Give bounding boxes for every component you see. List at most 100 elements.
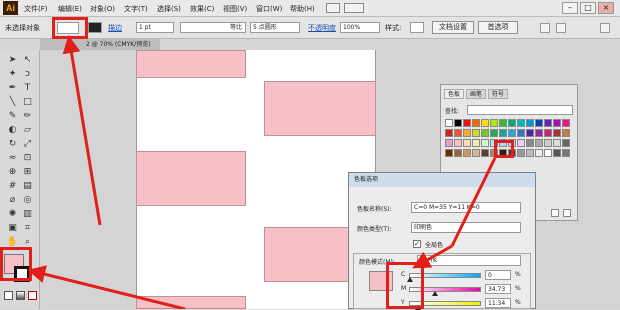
menu-window[interactable]: 窗口(W) — [256, 4, 282, 14]
color-swatch[interactable] — [544, 129, 552, 137]
color-swatch[interactable] — [562, 119, 570, 127]
panel-menu-icon[interactable] — [600, 23, 610, 33]
transform-icon[interactable] — [556, 23, 566, 33]
delete-swatch-icon[interactable] — [563, 209, 571, 217]
brush-select[interactable]: 5 点圆形 — [250, 22, 300, 33]
pencil-icon[interactable]: ✏ — [21, 110, 34, 122]
color-swatch[interactable] — [526, 149, 534, 157]
color-type-select[interactable]: 印刷色 — [411, 222, 521, 233]
color-swatch[interactable] — [499, 129, 507, 137]
arrange-documents-icon[interactable] — [344, 3, 364, 13]
close-icon[interactable]: × — [598, 2, 614, 14]
swatch-name-input[interactable]: C=0 M=35 Y=11 K=0 — [411, 202, 521, 213]
selection-tool-icon[interactable]: ➤ — [6, 54, 19, 66]
color-swatch[interactable] — [517, 139, 525, 147]
pink-rectangle[interactable] — [136, 296, 246, 309]
color-swatch[interactable] — [445, 129, 453, 137]
color-swatch[interactable] — [445, 149, 453, 157]
color-swatch[interactable] — [445, 119, 453, 127]
color-swatch[interactable] — [490, 119, 498, 127]
color-swatch[interactable] — [526, 139, 534, 147]
channel-value-y[interactable]: 11.34 — [485, 298, 511, 308]
color-swatch[interactable] — [544, 149, 552, 157]
color-swatch[interactable] — [535, 149, 543, 157]
color-swatch[interactable] — [517, 149, 525, 157]
minimize-icon[interactable]: – — [562, 2, 578, 14]
color-swatch[interactable] — [463, 129, 471, 137]
mesh-tool-icon[interactable]: # — [6, 180, 19, 192]
color-swatch[interactable] — [508, 119, 516, 127]
color-swatch[interactable] — [526, 129, 534, 137]
opacity-input[interactable]: 100% — [340, 22, 380, 33]
color-swatch[interactable] — [481, 139, 489, 147]
tab-symbols[interactable]: 符号 — [488, 89, 509, 99]
blob-brush-icon[interactable]: ◐ — [6, 124, 19, 136]
direct-selection-icon[interactable]: ↖ — [21, 54, 34, 66]
bridge-icon[interactable] — [326, 3, 340, 13]
slice-tool-icon[interactable]: ⌗ — [21, 222, 34, 234]
type-tool-icon[interactable]: T — [21, 82, 34, 94]
color-swatch[interactable] — [454, 129, 462, 137]
warp-tool-icon[interactable]: ≈ — [6, 152, 19, 164]
magic-wand-icon[interactable]: ✦ — [6, 68, 19, 80]
menu-object[interactable]: 对象(O) — [90, 4, 115, 14]
color-swatch[interactable] — [553, 119, 561, 127]
paintbrush-icon[interactable]: ✎ — [6, 110, 19, 122]
color-swatch[interactable] — [544, 119, 552, 127]
slider-handle[interactable] — [432, 291, 438, 296]
lasso-icon[interactable]: ↄ — [21, 68, 34, 80]
maximize-icon[interactable]: □ — [580, 2, 596, 14]
tab-swatches[interactable]: 色板 — [444, 89, 465, 99]
none-mode-icon[interactable] — [28, 291, 37, 300]
color-swatch[interactable] — [562, 139, 570, 147]
color-swatch[interactable] — [535, 139, 543, 147]
menu-select[interactable]: 选择(S) — [157, 4, 181, 14]
menu-file[interactable]: 文件(F) — [24, 4, 48, 14]
color-swatch[interactable] — [472, 129, 480, 137]
gradient-tool-icon[interactable]: ▤ — [21, 180, 34, 192]
rotate-tool-icon[interactable]: ↻ — [6, 138, 19, 150]
perspective-grid-icon[interactable]: ⊞ — [21, 166, 34, 178]
channel-value-c[interactable]: 0 — [485, 270, 511, 280]
free-transform-icon[interactable]: ⊡ — [21, 152, 34, 164]
color-swatch[interactable] — [535, 129, 543, 137]
color-swatch[interactable] — [472, 119, 480, 127]
shape-builder-icon[interactable]: ⊕ — [6, 166, 19, 178]
menu-type[interactable]: 文字(T) — [124, 4, 148, 14]
pen-tool-icon[interactable]: ✒ — [6, 82, 19, 94]
pink-rectangle[interactable] — [264, 81, 376, 136]
color-swatch[interactable] — [508, 129, 516, 137]
tab-brushes[interactable]: 画笔 — [466, 89, 487, 99]
opacity-link[interactable]: 不透明度 — [308, 23, 336, 33]
color-swatch[interactable] — [481, 119, 489, 127]
new-swatch-icon[interactable] — [551, 209, 559, 217]
menu-view[interactable]: 视图(V) — [223, 4, 247, 14]
color-swatch[interactable] — [544, 139, 552, 147]
color-swatch[interactable] — [535, 119, 543, 127]
color-swatch[interactable] — [553, 149, 561, 157]
gradient-mode-icon[interactable] — [16, 291, 25, 300]
artboard-tool-icon[interactable]: ▣ — [6, 222, 19, 234]
color-swatch[interactable] — [445, 139, 453, 147]
color-swatch[interactable] — [472, 139, 480, 147]
color-swatch[interactable] — [562, 149, 570, 157]
eyedropper-icon[interactable]: ⌀ — [6, 194, 19, 206]
menu-help[interactable]: 帮助(H) — [290, 4, 315, 14]
color-swatch[interactable] — [490, 129, 498, 137]
color-swatch[interactable] — [481, 129, 489, 137]
stroke-profile-select[interactable]: 等比 — [180, 22, 246, 33]
line-tool-icon[interactable]: ╲ — [6, 96, 19, 108]
color-swatch[interactable] — [463, 119, 471, 127]
color-swatch[interactable] — [526, 119, 534, 127]
color-swatch[interactable] — [454, 119, 462, 127]
document-tab[interactable]: 2 @ 70% (CMYK/预览) — [40, 39, 160, 50]
stroke-weight-select[interactable]: 1 pt — [136, 22, 174, 33]
color-swatch[interactable] — [481, 149, 489, 157]
blend-tool-icon[interactable]: ◎ — [21, 194, 34, 206]
search-input[interactable] — [467, 105, 573, 115]
channel-value-m[interactable]: 34.73 — [485, 284, 511, 294]
style-select[interactable] — [410, 22, 424, 33]
color-swatch[interactable] — [472, 149, 480, 157]
stroke-link[interactable]: 描边 — [108, 23, 122, 33]
menu-effect[interactable]: 效果(C) — [190, 4, 214, 14]
